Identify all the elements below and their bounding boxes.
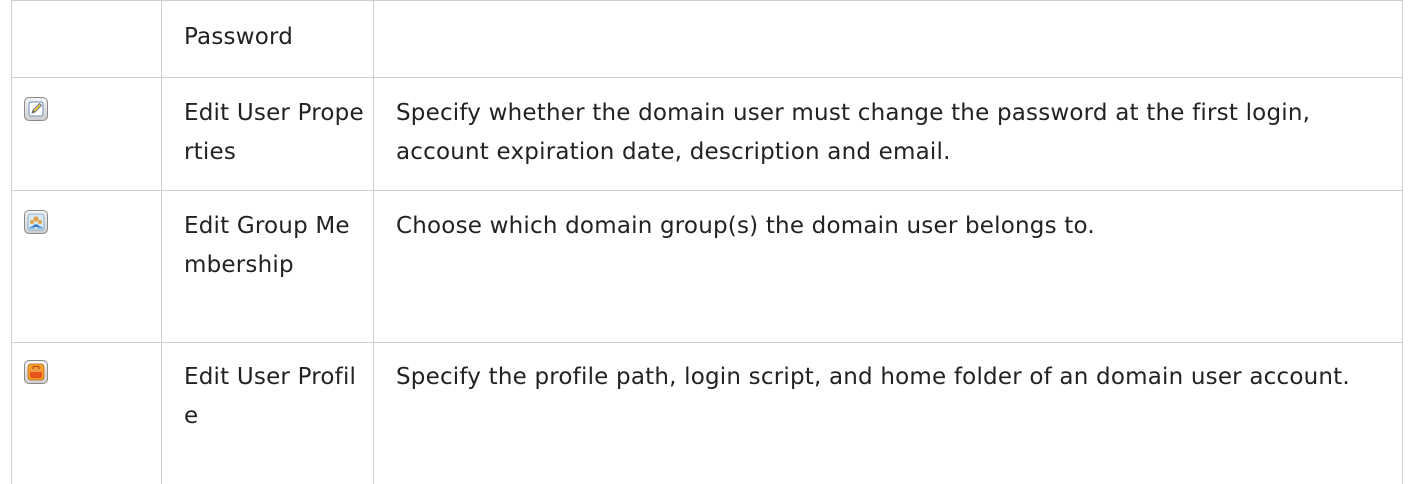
table-row-description: Specify the profile path, login script, … bbox=[396, 364, 1350, 390]
actions-table: Password Edit User Properties Specify wh… bbox=[11, 0, 1403, 484]
column-divider bbox=[373, 0, 374, 484]
row-divider bbox=[11, 0, 1403, 1]
table-row-description: Choose which domain group(s) the domain … bbox=[396, 213, 1095, 239]
group-users-icon[interactable] bbox=[24, 210, 48, 234]
column-divider bbox=[11, 0, 12, 484]
table-row-name: Password bbox=[184, 24, 294, 50]
table-row-name: Edit Group Membership bbox=[184, 213, 350, 278]
edit-pencil-icon[interactable] bbox=[24, 97, 48, 121]
row-divider bbox=[11, 342, 1403, 343]
row-divider bbox=[11, 77, 1403, 78]
user-profile-icon[interactable] bbox=[24, 360, 48, 384]
column-divider bbox=[161, 0, 162, 484]
row-divider bbox=[11, 190, 1403, 191]
table-row-name: Edit User Profile bbox=[184, 364, 357, 429]
table-row-description: Specify whether the domain user must cha… bbox=[396, 100, 1311, 165]
table-row-name: Edit User Properties bbox=[184, 100, 364, 165]
column-divider bbox=[1402, 0, 1403, 484]
